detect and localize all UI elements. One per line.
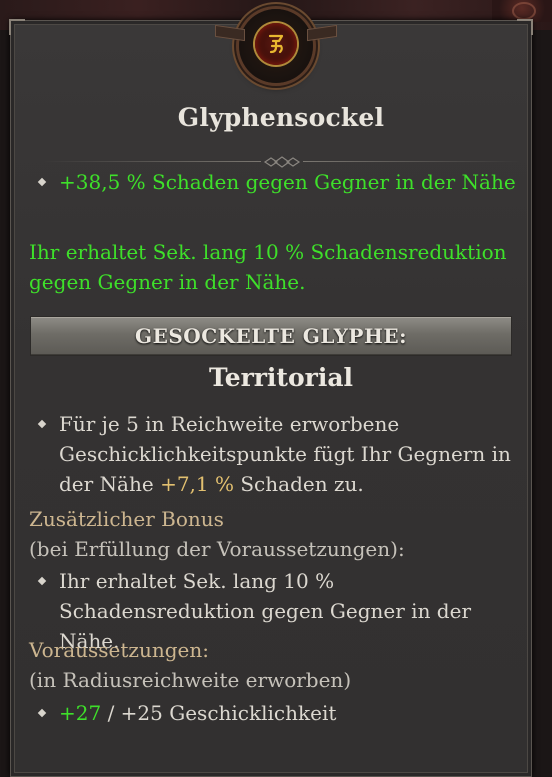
glyph-desc-text: Schaden zu.: [234, 472, 364, 496]
bonus-label: Zusätzlicher Bonus: [29, 507, 224, 531]
panel-corner: [9, 19, 25, 35]
tooltip-title: Glyphensockel: [177, 103, 385, 132]
socketed-glyph-banner: GESOCKELTE GLYPHE:: [31, 317, 511, 355]
diamond-bullet-icon: [37, 576, 47, 586]
requirement-current: +27: [59, 701, 102, 725]
effect-line: Ihr erhaltet Sek. lang 10 % Schadensredu…: [29, 240, 507, 264]
requirements-condition: (in Radiusreichweite erworben): [29, 668, 352, 692]
glyph-desc-line: der Nähe +7,1 % Schaden zu.: [59, 469, 364, 499]
title-divider: [41, 156, 523, 168]
requirement-target: +25 Geschicklichkeit: [120, 701, 337, 725]
diamond-bullet-icon: [37, 177, 47, 187]
socketed-glyph-header: GESOCKELTE GLYPHE:: [135, 324, 407, 348]
diamond-bullet-icon: [37, 419, 47, 429]
medallion-bracket: [307, 24, 337, 42]
glyph-medallion: [215, 9, 337, 83]
glyph-desc-text: der Nähe: [59, 472, 161, 496]
diamond-bullet-icon: [37, 708, 47, 718]
bonus-line: Ihr erhaltet Sek. lang 10 %: [59, 569, 335, 593]
bonus-condition: (bei Erfüllung der Voraussetzungen):: [29, 537, 405, 561]
item-tooltip: Glyphensockel +38,5 % Schaden gegen Gegn…: [9, 9, 533, 777]
requirement-line: +27 / +25 Geschicklichkeit: [59, 698, 336, 728]
glyph-damage-value: +7,1 %: [160, 472, 234, 496]
glyph-name: Territorial: [208, 363, 354, 392]
glyph-rune-icon: [255, 23, 297, 65]
effect-line: gegen Gegner in der Nähe.: [29, 270, 306, 294]
panel-corner: [517, 19, 533, 35]
requirements-label: Voraussetzungen:: [29, 638, 209, 662]
glyph-desc-line: Für je 5 in Reichweite erworbene: [59, 412, 400, 436]
primary-stat: +38,5 % Schaden gegen Gegner in der Nähe: [59, 170, 516, 194]
requirement-separator: /: [101, 701, 121, 725]
medallion-bracket: [215, 24, 245, 42]
glyph-desc-line: Geschicklichkeitspunkte fügt Ihr Gegnern…: [59, 442, 511, 466]
